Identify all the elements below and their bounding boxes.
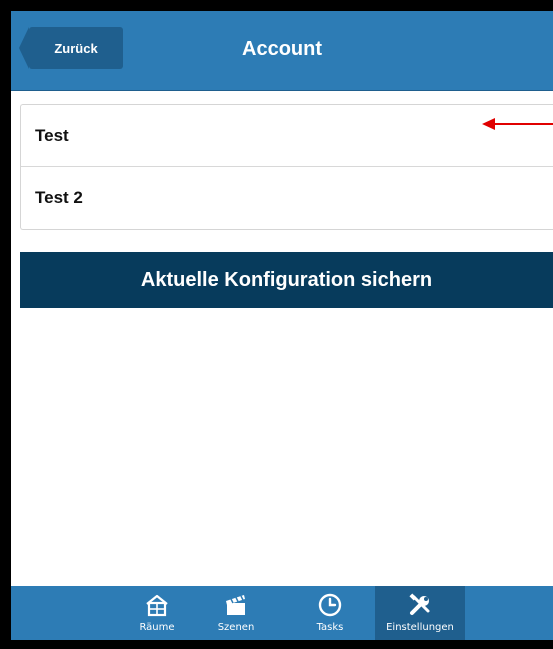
back-button[interactable]: Zurück [19,27,123,69]
list-item[interactable]: Test 2 [21,167,553,229]
account-list: Test Test 2 [20,104,553,230]
list-item[interactable]: Test [21,105,553,167]
frame-border-top [0,0,553,11]
tab-tasks[interactable]: Tasks [295,586,365,640]
header-bar: Account Zurück [11,11,553,91]
frame-border-bottom [0,640,553,649]
app-screen: Account Zurück Test Test 2 Aktuelle Konf… [0,0,553,649]
tab-raeume[interactable]: Räume [122,586,192,640]
list-item-label: Test 2 [35,188,83,207]
tab-szenen[interactable]: Szenen [201,586,271,640]
tab-einstellungen[interactable]: Einstellungen [375,586,465,640]
clock-icon [318,593,342,617]
tab-label: Einstellungen [386,622,454,633]
clapperboard-icon [226,595,245,615]
save-configuration-button[interactable]: Aktuelle Konfiguration sichern [20,252,553,308]
tab-label: Tasks [316,622,344,633]
bottom-tab-bar: Räume Szenen Tasks Einstellungen [11,586,553,640]
annotation-arrow-icon [482,118,553,130]
list-item-label: Test [35,125,69,145]
tools-icon [409,593,430,615]
frame-border-left [0,0,11,649]
tab-label: Szenen [217,622,255,633]
house-icon [146,594,168,617]
tab-label: Räume [139,622,175,633]
